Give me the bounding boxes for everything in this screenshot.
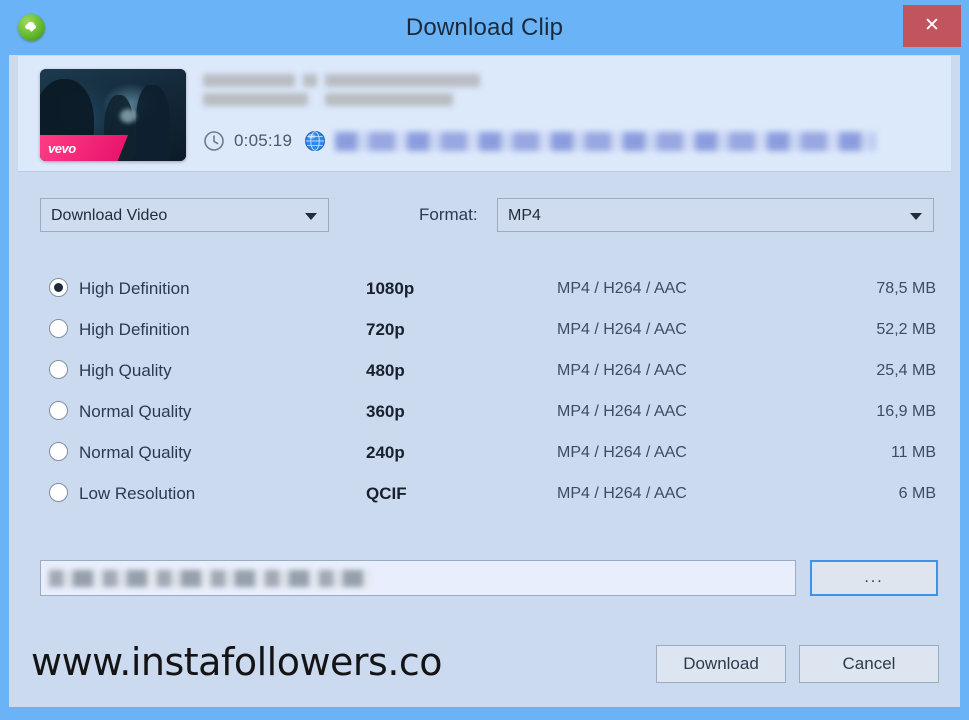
quality-row[interactable]: Normal Quality 360p MP4 / H264 / AAC 16,… — [9, 391, 960, 432]
download-clip-window: Download Clip ✕ vevo 0:05:19 Download Vi… — [0, 0, 969, 720]
thumbnail-figure-right — [136, 85, 170, 161]
video-duration: 0:05:19 — [234, 131, 293, 150]
quality-resolution: 480p — [366, 361, 405, 380]
quality-row[interactable]: High Definition 1080p MP4 / H264 / AAC 7… — [9, 268, 960, 309]
thumbnail-light-glow — [120, 109, 136, 123]
quality-radio[interactable] — [49, 360, 68, 379]
watermark-text: www.instafollowers.co — [31, 640, 443, 684]
redacted-bar — [325, 93, 453, 106]
quality-codec: MP4 / H264 / AAC — [557, 403, 687, 420]
download-button[interactable]: Download — [656, 645, 786, 683]
format-value: MP4 — [508, 207, 541, 224]
quality-size: 25,4 MB — [876, 362, 936, 379]
clock-icon — [204, 131, 224, 151]
quality-size: 52,2 MB — [876, 321, 936, 338]
quality-name: High Definition — [79, 320, 190, 339]
quality-size: 78,5 MB — [876, 280, 936, 297]
format-dropdown[interactable]: MP4 — [497, 198, 934, 232]
quality-codec: MP4 / H264 / AAC — [557, 362, 687, 379]
quality-size: 16,9 MB — [876, 403, 936, 420]
video-title-redacted — [203, 74, 933, 112]
redacted-bar — [203, 74, 295, 87]
quality-radio[interactable] — [49, 442, 68, 461]
dialog-body: vevo 0:05:19 Download Video Format: MP4 … — [9, 55, 960, 707]
quality-name: Low Resolution — [79, 484, 196, 503]
quality-row[interactable]: Low Resolution QCIF MP4 / H264 / AAC 6 M… — [9, 473, 960, 514]
quality-codec: MP4 / H264 / AAC — [557, 485, 687, 502]
quality-resolution: QCIF — [366, 484, 407, 503]
quality-radio[interactable] — [49, 319, 68, 338]
title-bar: Download Clip ✕ — [0, 0, 969, 55]
vevo-badge-label: vevo — [48, 141, 76, 156]
quality-size: 11 MB — [890, 444, 936, 461]
redacted-bar — [303, 74, 317, 87]
close-icon[interactable]: ✕ — [903, 5, 961, 47]
save-path-row: ... — [9, 560, 960, 596]
video-meta-row: 0:05:19 — [203, 128, 876, 154]
redacted-bar — [203, 93, 308, 106]
quality-radio[interactable] — [49, 401, 68, 420]
quality-name: Normal Quality — [79, 402, 192, 421]
quality-row[interactable]: High Definition 720p MP4 / H264 / AAC 52… — [9, 309, 960, 350]
chevron-down-icon — [305, 213, 317, 220]
quality-resolution: 240p — [366, 443, 405, 462]
chevron-down-icon — [910, 213, 922, 220]
quality-resolution: 1080p — [366, 279, 415, 298]
quality-row[interactable]: Normal Quality 240p MP4 / H264 / AAC 11 … — [9, 432, 960, 473]
quality-radio[interactable] — [49, 278, 68, 297]
quality-size: 6 MB — [898, 485, 936, 502]
globe-icon — [305, 131, 326, 151]
redacted-title-bars — [203, 74, 933, 112]
quality-name: High Quality — [79, 361, 172, 380]
quality-options-list: High Definition 1080p MP4 / H264 / AAC 7… — [9, 268, 960, 514]
quality-codec: MP4 / H264 / AAC — [557, 280, 687, 297]
video-info-panel: vevo 0:05:19 — [18, 56, 951, 172]
quality-name: High Definition — [79, 279, 190, 298]
quality-codec: MP4 / H264 / AAC — [557, 321, 687, 338]
video-url-redacted — [335, 131, 876, 151]
quality-resolution: 720p — [366, 320, 405, 339]
quality-codec: MP4 / H264 / AAC — [557, 444, 687, 461]
format-label: Format: — [419, 205, 478, 224]
download-type-value: Download Video — [51, 207, 168, 224]
download-type-dropdown[interactable]: Download Video — [40, 198, 329, 232]
quality-row[interactable]: High Quality 480p MP4 / H264 / AAC 25,4 … — [9, 350, 960, 391]
quality-name: Normal Quality — [79, 443, 192, 462]
save-path-value-redacted — [49, 570, 371, 587]
browse-button[interactable]: ... — [810, 560, 938, 596]
quality-radio[interactable] — [49, 483, 68, 502]
redacted-bar — [325, 74, 480, 87]
cancel-button[interactable]: Cancel — [799, 645, 939, 683]
video-thumbnail: vevo — [40, 69, 186, 161]
page-title: Download Clip — [405, 14, 564, 41]
save-path-input[interactable] — [40, 560, 796, 596]
quality-resolution: 360p — [366, 402, 405, 421]
selector-row: Download Video Format: MP4 — [9, 198, 960, 232]
